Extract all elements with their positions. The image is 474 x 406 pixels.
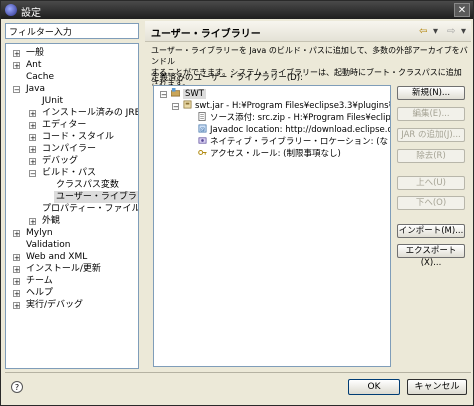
- tree-item-java[interactable]: Java: [26, 83, 45, 95]
- user-libraries-tree: − SWT − swt.jar - H:¥Program Files¥eclip…: [153, 85, 391, 367]
- library-swt[interactable]: SWT: [171, 88, 206, 100]
- jar-icon: [183, 100, 192, 109]
- up-button[interactable]: 上へ(U): [397, 176, 465, 190]
- tree-item-installed-jre[interactable]: インストール済みの JRE: [42, 107, 138, 119]
- preferences-dialog: 設定 ✕ + 一般 + Ant Cache − Java JUnit + インス…: [0, 0, 474, 406]
- preference-page: ユーザー・ライブラリー ⇦ ▾ ⇨ ▾ ユーザー・ライブラリーを Java のビ…: [145, 21, 471, 369]
- tree-item-run-debug[interactable]: 実行/デバッグ: [26, 299, 83, 311]
- title-bar: 設定 ✕: [1, 1, 473, 19]
- tree-item-code-style[interactable]: コード・スタイル: [42, 131, 114, 143]
- native-library-label: ネイティブ・ライブラリー・ロケーション: (なし): [210, 137, 391, 147]
- tree-item-build-path[interactable]: ビルド・パス: [42, 167, 96, 179]
- panel-sash[interactable]: [140, 23, 144, 369]
- source-attachment-label: ソース添付: src.zip - H:¥Program Files¥eclips…: [210, 113, 391, 123]
- tree-item-properties-file-editor[interactable]: プロパティー・ファイル・エディ: [42, 203, 138, 215]
- tree-item-debug[interactable]: デバッグ: [42, 155, 78, 167]
- library-icon: [171, 88, 180, 97]
- expand-general-toggle[interactable]: +: [13, 50, 20, 58]
- tree-item-junit[interactable]: JUnit: [42, 95, 63, 107]
- eclipse-icon: [5, 4, 17, 16]
- preferences-tree: + 一般 + Ant Cache − Java JUnit + インストール済み…: [5, 43, 139, 369]
- expand-run-debug-toggle[interactable]: +: [13, 302, 20, 310]
- libraries-list-label: 定義済みのユーザー・ライブラリー(D):: [151, 73, 303, 83]
- tree-item-web-and-xml[interactable]: Web and XML: [26, 251, 87, 263]
- preferences-navigation: + 一般 + Ant Cache − Java JUnit + インストール済み…: [5, 23, 139, 369]
- description-line-1: ユーザー・ライブラリーを Java のビルド・パスに追加して、多数の外部アーカイ…: [151, 46, 468, 66]
- expand-team-toggle[interactable]: +: [13, 278, 20, 286]
- svg-text:@: @: [200, 127, 205, 133]
- expand-debug-toggle[interactable]: +: [29, 158, 36, 166]
- javadoc-location-label: Javadoc location: http://download.eclips…: [210, 125, 391, 135]
- tree-item-compiler[interactable]: コンパイラー: [42, 143, 96, 155]
- tree-item-appearance[interactable]: 外観: [42, 215, 60, 227]
- new-button[interactable]: 新規(N)...: [397, 86, 465, 100]
- history-dropdown-icon-2[interactable]: ▾: [461, 26, 466, 37]
- tree-item-help[interactable]: ヘルプ: [26, 287, 53, 299]
- library-swt-label: SWT: [183, 89, 206, 99]
- access-rules-key-icon: [198, 150, 207, 155]
- page-header: ユーザー・ライブラリー ⇦ ▾ ⇨ ▾: [145, 21, 471, 42]
- page-title: ユーザー・ライブラリー: [151, 29, 261, 40]
- collapse-swt-toggle[interactable]: −: [160, 91, 167, 99]
- ok-button[interactable]: OK: [348, 379, 400, 395]
- history-dropdown-icon[interactable]: ▾: [433, 26, 438, 37]
- tree-item-general[interactable]: 一般: [26, 47, 44, 59]
- javadoc-icon: @: [198, 124, 207, 133]
- edit-button[interactable]: 編集(E)...: [397, 107, 465, 121]
- back-arrow-icon[interactable]: ⇦: [419, 26, 427, 37]
- expand-web-xml-toggle[interactable]: +: [13, 254, 20, 262]
- filter-input[interactable]: [5, 23, 139, 39]
- expand-installed-jre-toggle[interactable]: +: [29, 110, 36, 118]
- help-icon[interactable]: ?: [11, 381, 23, 393]
- cancel-button[interactable]: キャンセル: [407, 379, 467, 395]
- import-button[interactable]: インポート(M)...: [397, 224, 465, 238]
- export-button[interactable]: エクスポート(X)...: [397, 244, 465, 268]
- button-bar-separator: [5, 372, 471, 373]
- tree-item-editor[interactable]: エディター: [42, 119, 86, 131]
- expand-mylyn-toggle[interactable]: +: [13, 230, 20, 238]
- down-button[interactable]: 下へ(O): [397, 196, 465, 210]
- expand-help-toggle[interactable]: +: [13, 290, 20, 298]
- tree-item-team[interactable]: チーム: [26, 275, 53, 287]
- expand-ant-toggle[interactable]: +: [13, 62, 20, 70]
- forward-arrow-icon[interactable]: ⇨: [447, 26, 455, 37]
- close-button[interactable]: ✕: [454, 3, 470, 17]
- window-title: 設定: [21, 8, 41, 19]
- jar-entry[interactable]: swt.jar - H:¥Program Files¥eclipse3.3¥pl…: [183, 100, 391, 112]
- collapse-java-toggle[interactable]: −: [13, 86, 20, 94]
- remove-button[interactable]: 除去(R): [397, 149, 465, 163]
- tree-item-validation[interactable]: Validation: [26, 239, 70, 251]
- javadoc-location-entry[interactable]: @ Javadoc location: http://download.eclip…: [198, 124, 391, 136]
- jar-label: swt.jar - H:¥Program Files¥eclipse3.3¥pl…: [195, 101, 391, 111]
- tree-item-mylyn[interactable]: Mylyn: [26, 227, 53, 239]
- collapse-build-path-toggle[interactable]: −: [29, 170, 36, 178]
- expand-editor-toggle[interactable]: +: [29, 122, 36, 130]
- access-rules-entry[interactable]: アクセス・ルール: (制限事項なし): [198, 148, 341, 160]
- collapse-swt-jar-toggle[interactable]: −: [172, 103, 179, 111]
- expand-compiler-toggle[interactable]: +: [29, 146, 36, 154]
- source-attachment-entry[interactable]: ソース添付: src.zip - H:¥Program Files¥eclips…: [198, 112, 391, 124]
- native-library-icon: [198, 137, 207, 144]
- tree-item-ant[interactable]: Ant: [26, 59, 41, 71]
- add-jar-button[interactable]: JAR の追加(J)...: [397, 128, 465, 142]
- tree-item-classpath-variables[interactable]: クラスパス変数: [56, 179, 119, 191]
- expand-install-update-toggle[interactable]: +: [13, 266, 20, 274]
- expand-appearance-toggle[interactable]: +: [29, 218, 36, 226]
- expand-code-style-toggle[interactable]: +: [29, 134, 36, 142]
- tree-item-user-libraries[interactable]: ユーザー・ライブラリー: [54, 191, 138, 203]
- tree-item-install-update[interactable]: インストール/更新: [26, 263, 101, 275]
- tree-item-cache[interactable]: Cache: [26, 71, 54, 83]
- source-attachment-icon: [198, 112, 206, 121]
- access-rules-label: アクセス・ルール: (制限事項なし): [210, 149, 341, 159]
- native-library-entry[interactable]: ネイティブ・ライブラリー・ロケーション: (なし): [198, 136, 391, 148]
